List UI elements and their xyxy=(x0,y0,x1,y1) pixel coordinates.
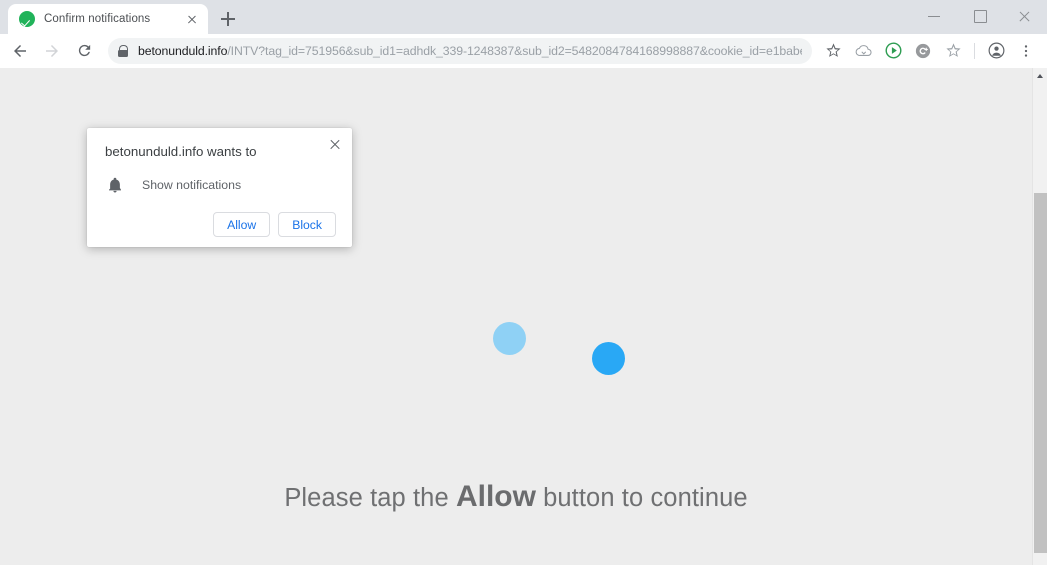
toolbar-divider xyxy=(974,42,975,59)
account-circle-icon xyxy=(988,42,1004,59)
page-headline: Please tap the Allow button to continue xyxy=(0,480,1032,514)
extension-star-icon[interactable] xyxy=(940,38,966,64)
star-outline-icon xyxy=(945,43,961,57)
bell-glyph xyxy=(109,177,121,193)
reload-icon xyxy=(78,44,90,57)
forward-button[interactable] xyxy=(38,37,66,65)
close-icon[interactable] xyxy=(184,11,200,27)
bookmark-star-icon[interactable] xyxy=(820,38,846,64)
block-button[interactable]: Block xyxy=(278,212,336,237)
url-text: betonunduld.info/INTV?tag_id=751956&sub_… xyxy=(138,44,802,58)
extension-cloud-icon[interactable] xyxy=(850,38,876,64)
play-circle-icon xyxy=(885,42,901,59)
lock-icon xyxy=(117,44,129,58)
extension-play-icon[interactable] xyxy=(880,38,906,64)
url-domain: betonunduld.info xyxy=(138,43,228,58)
close-window-button[interactable] xyxy=(1002,0,1047,32)
c-plus-circle-icon xyxy=(915,43,931,58)
arrow-right-icon xyxy=(46,44,58,57)
url-path: /INTV?tag_id=751956&sub_id1=adhdk_339-12… xyxy=(227,43,802,58)
minimize-button[interactable] xyxy=(912,0,957,32)
bell-icon xyxy=(105,176,125,194)
headline-allow: Allow xyxy=(455,480,536,513)
scroll-up-arrow-icon[interactable] xyxy=(1033,68,1047,83)
green-check-circle-icon xyxy=(19,11,35,27)
browser-window: Confirm notifications betonunduld.info/I… xyxy=(0,0,1047,565)
close-icon[interactable] xyxy=(326,135,344,153)
back-button[interactable] xyxy=(6,37,34,65)
headline-after: button to continue xyxy=(535,484,748,512)
loading-dot-light xyxy=(493,322,526,355)
new-tab-button[interactable] xyxy=(214,5,242,33)
star-outline-icon xyxy=(825,43,841,57)
arrow-left-icon xyxy=(14,44,26,57)
tab-strip: Confirm notifications xyxy=(0,0,1047,34)
reload-button[interactable] xyxy=(70,37,98,65)
browser-toolbar: betonunduld.info/INTV?tag_id=751956&sub_… xyxy=(0,34,1047,68)
permission-label: Show notifications xyxy=(142,178,242,192)
vertical-scrollbar[interactable] xyxy=(1032,68,1047,565)
page-viewport: Please tap the Allow button to continue … xyxy=(0,68,1047,565)
allow-button[interactable]: Allow xyxy=(213,212,271,237)
cloud-arrow-icon xyxy=(855,45,872,56)
permission-dialog-actions: Allow Block xyxy=(105,212,336,237)
tab-title: Confirm notifications xyxy=(44,13,151,25)
permission-dialog-title: betonunduld.info wants to xyxy=(105,144,257,159)
maximize-button[interactable] xyxy=(957,0,1002,32)
address-bar[interactable]: betonunduld.info/INTV?tag_id=751956&sub_… xyxy=(108,37,812,64)
headline-before: Please tap the xyxy=(284,484,456,512)
loading-dots xyxy=(0,318,1032,378)
loading-dot-bright xyxy=(592,342,625,375)
tab-confirm-notifications[interactable]: Confirm notifications xyxy=(8,4,208,34)
scroll-thumb[interactable] xyxy=(1034,193,1047,553)
profile-avatar-icon[interactable] xyxy=(983,38,1009,64)
notification-permission-dialog: betonunduld.info wants to Show notificat… xyxy=(87,128,352,247)
permission-request-row: Show notifications xyxy=(105,176,336,194)
window-controls xyxy=(912,0,1047,32)
more-menu-icon[interactable] xyxy=(1013,38,1039,64)
three-dots-vertical-icon xyxy=(1024,44,1028,57)
extension-c-plus-icon[interactable] xyxy=(910,38,936,64)
